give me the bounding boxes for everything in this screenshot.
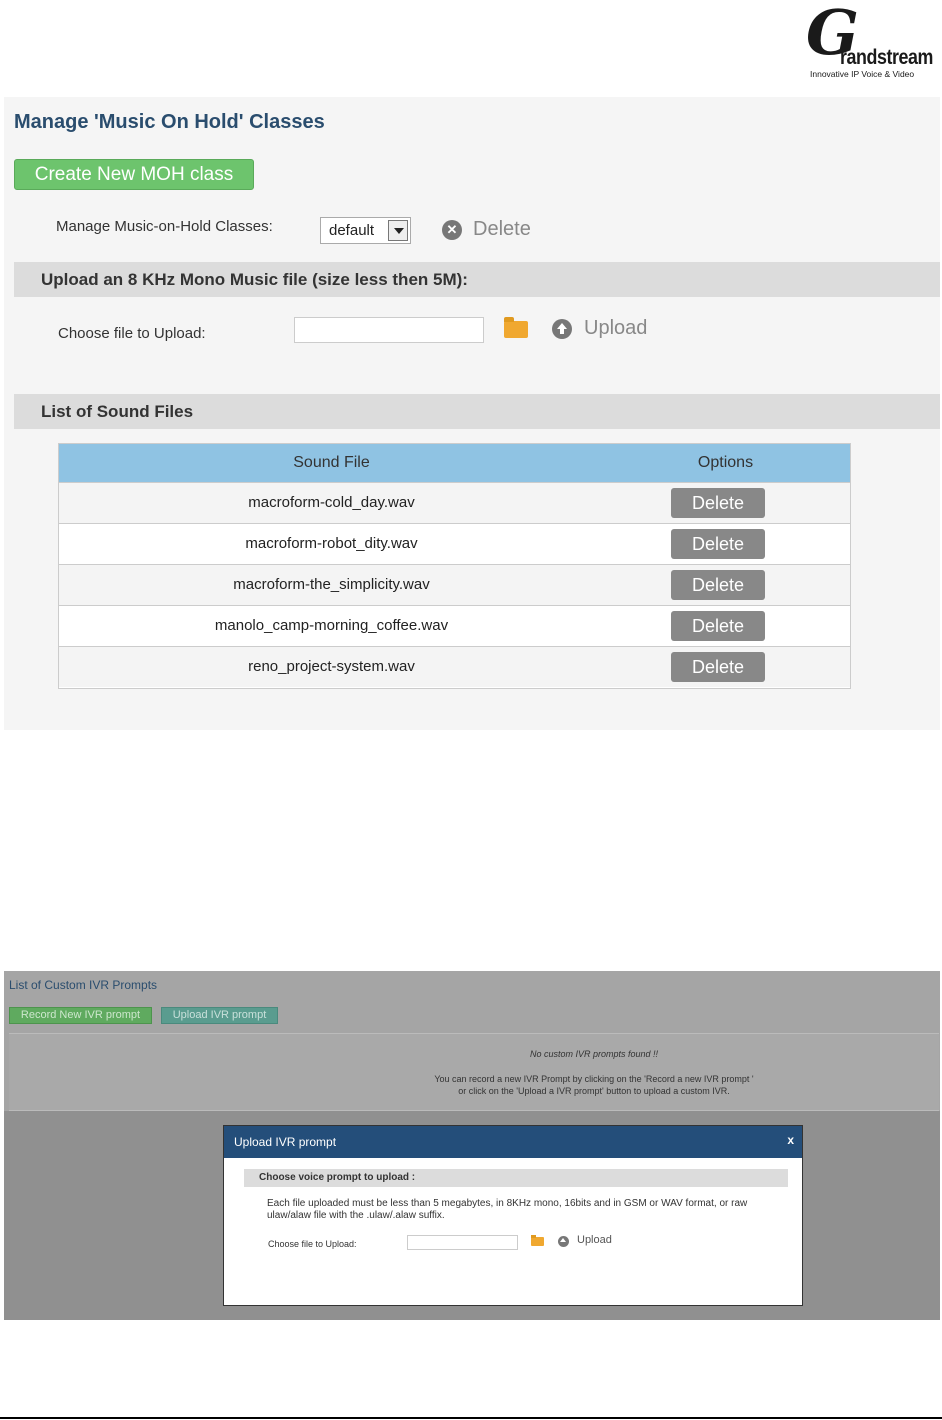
sound-files-title: List of Sound Files (41, 402, 194, 421)
sound-file-name: manolo_camp-morning_coffee.wav (214, 617, 449, 634)
logo-wordmark: randstream (840, 46, 933, 69)
create-moh-class-button[interactable]: Create New MOH class (14, 159, 254, 190)
delete-class-button[interactable]: Delete (473, 218, 531, 241)
dialog-description-2: ulaw/alaw file with the .ulaw/.alaw suff… (267, 1210, 445, 1221)
table-row: macroform-cold_day.wav Delete (59, 482, 850, 523)
chevron-down-icon (388, 220, 408, 241)
column-header-options: Options (697, 454, 754, 471)
dialog-description-1: Each file uploaded must be less than 5 m… (267, 1198, 748, 1209)
sound-file-name: reno_project-system.wav (248, 658, 415, 675)
folder-icon[interactable] (504, 317, 528, 338)
table-row: reno_project-system.wav Delete (59, 646, 850, 687)
delete-file-button[interactable]: Delete (671, 652, 765, 682)
record-ivr-button[interactable]: Record New IVR prompt (9, 1007, 152, 1024)
upload-button[interactable]: Upload (584, 317, 647, 340)
upload-ivr-button[interactable]: Upload IVR prompt (161, 1007, 278, 1024)
folder-icon[interactable] (531, 1235, 544, 1246)
dialog-section-header: Choose voice prompt to upload : (244, 1169, 788, 1187)
dialog-file-input[interactable] (407, 1235, 518, 1250)
sound-files-table: Sound File Options macroform-cold_day.wa… (58, 443, 851, 689)
empty-state: No custom IVR prompts found !! You can r… (9, 1033, 939, 1111)
ivr-panel-title: List of Custom IVR Prompts (9, 978, 158, 992)
delete-file-button[interactable]: Delete (671, 570, 765, 600)
moh-panel: Manage 'Music On Hold' Classes Create Ne… (4, 97, 940, 730)
upload-section-header: Upload an 8 KHz Mono Music file (size le… (14, 262, 940, 297)
sound-files-header: List of Sound Files (14, 394, 940, 429)
dialog-title: Upload IVR prompt (234, 1135, 337, 1149)
moh-class-select[interactable]: default (320, 217, 411, 244)
moh-class-label: Manage Music-on-Hold Classes: (56, 218, 273, 235)
hint-line-2: or click on the 'Upload a IVR prompt' bu… (458, 1086, 730, 1096)
sound-file-name: macroform-robot_dity.wav (245, 535, 418, 552)
column-header-sound-file[interactable]: Sound File (59, 454, 604, 472)
choose-file-label: Choose file to Upload: (58, 325, 206, 342)
dialog-section-title: Choose voice prompt to upload : (259, 1172, 416, 1183)
file-input[interactable] (294, 317, 484, 343)
upload-section-title: Upload an 8 KHz Mono Music file (size le… (41, 270, 468, 289)
delete-file-button[interactable]: Delete (671, 488, 765, 518)
page-footer-rule (0, 1417, 942, 1419)
grandstream-logo: G randstream Innovative IP Voice & Video (806, 2, 934, 80)
hint-line-1: You can record a new IVR Prompt by click… (434, 1074, 754, 1084)
upload-arrow-icon[interactable] (552, 319, 572, 339)
table-row: macroform-the_simplicity.wav Delete (59, 564, 850, 605)
table-row: manolo_camp-morning_coffee.wav Delete (59, 605, 850, 646)
table-row: macroform-robot_dity.wav Delete (59, 523, 850, 564)
ivr-panel: List of Custom IVR Prompts Record New IV… (4, 971, 940, 1320)
delete-file-button[interactable]: Delete (671, 529, 765, 559)
moh-class-value: default (329, 222, 375, 239)
ivr-panel-top: List of Custom IVR Prompts Record New IV… (4, 971, 940, 1111)
table-header: Sound File Options (59, 444, 850, 482)
no-prompts-message: No custom IVR prompts found !! (529, 1049, 659, 1059)
upload-ivr-dialog: Upload IVR prompt x Choose voice prompt … (223, 1125, 803, 1306)
delete-file-button[interactable]: Delete (671, 611, 765, 641)
close-icon[interactable]: x (787, 1133, 794, 1147)
logo-tagline: Innovative IP Voice & Video (810, 69, 915, 79)
sound-file-name: macroform-the_simplicity.wav (233, 576, 430, 593)
close-circle-icon[interactable]: ✕ (442, 220, 462, 240)
sound-file-name: macroform-cold_day.wav (248, 494, 415, 511)
dialog-header: Upload IVR prompt x (224, 1126, 802, 1158)
page-title: Manage 'Music On Hold' Classes (14, 111, 325, 133)
upload-arrow-icon[interactable] (558, 1236, 569, 1247)
dialog-upload-button[interactable]: Upload (577, 1234, 612, 1246)
dialog-choose-file-label: Choose file to Upload: (268, 1239, 357, 1249)
